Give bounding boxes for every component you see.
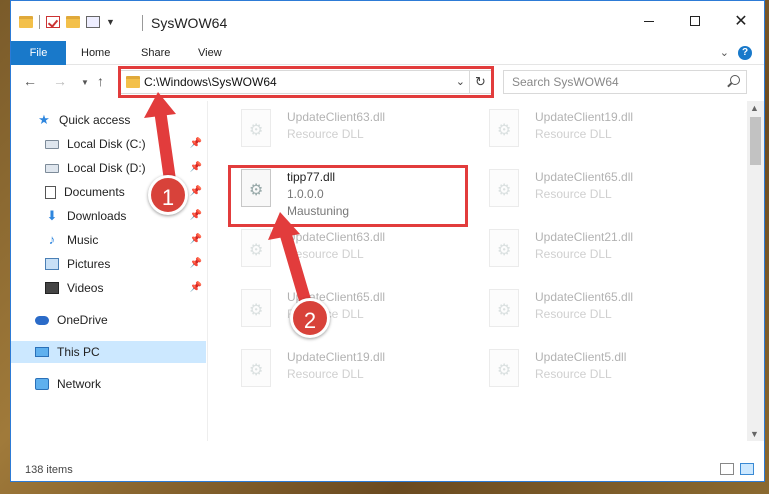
arrow-2 <box>268 212 311 306</box>
annotation-arrows <box>144 92 311 306</box>
step-1-badge: 1 <box>148 175 188 215</box>
step-2-badge: 2 <box>290 298 330 338</box>
arrow-1 <box>144 92 176 186</box>
